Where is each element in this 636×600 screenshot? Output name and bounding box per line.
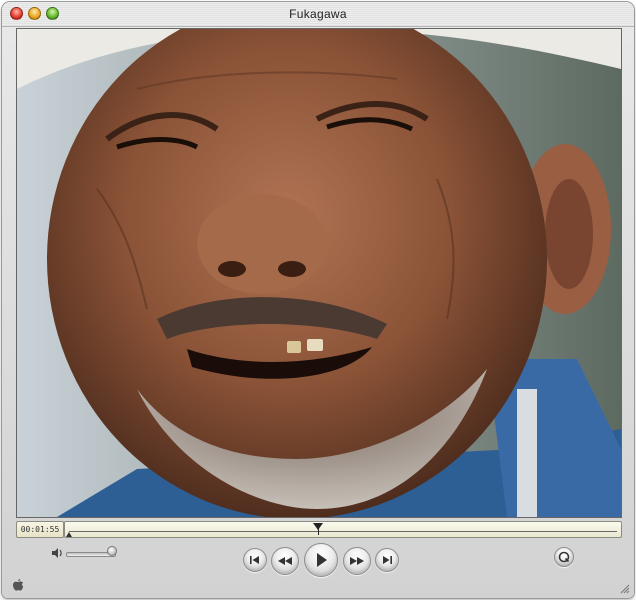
scrubber-bar: 00:01:55 bbox=[16, 520, 622, 538]
skip-to-end-button[interactable] bbox=[375, 548, 399, 572]
window-title: Fukagawa bbox=[289, 7, 347, 21]
rewind-icon bbox=[278, 557, 292, 565]
video-frame[interactable] bbox=[16, 28, 622, 518]
play-icon bbox=[317, 553, 327, 567]
fast-forward-button[interactable] bbox=[343, 547, 371, 575]
skip-to-start-button[interactable] bbox=[243, 548, 267, 572]
timecode-display: 00:01:55 bbox=[16, 521, 64, 538]
video-content bbox=[17, 29, 621, 517]
apple-logo-icon bbox=[13, 579, 24, 591]
skip-to-start-icon bbox=[250, 556, 259, 564]
quicktime-logo-icon bbox=[558, 551, 570, 563]
play-button[interactable] bbox=[304, 543, 338, 577]
title-bar[interactable]: Fukagawa bbox=[2, 2, 634, 27]
fast-forward-icon bbox=[350, 557, 364, 565]
resize-grip-icon[interactable] bbox=[618, 582, 630, 594]
control-bar bbox=[2, 540, 634, 598]
quicktime-button[interactable] bbox=[554, 547, 574, 567]
selection-start-marker[interactable] bbox=[66, 532, 72, 537]
rewind-button[interactable] bbox=[271, 547, 299, 575]
player-window: Fukagawa 00:01:55 bbox=[2, 2, 634, 598]
skip-to-end-icon bbox=[383, 556, 392, 564]
timeline-line bbox=[69, 531, 617, 532]
volume-knob[interactable] bbox=[107, 546, 117, 556]
timeline-track[interactable] bbox=[64, 521, 622, 538]
speaker-icon[interactable] bbox=[50, 546, 64, 560]
playhead-marker[interactable] bbox=[313, 523, 324, 530]
